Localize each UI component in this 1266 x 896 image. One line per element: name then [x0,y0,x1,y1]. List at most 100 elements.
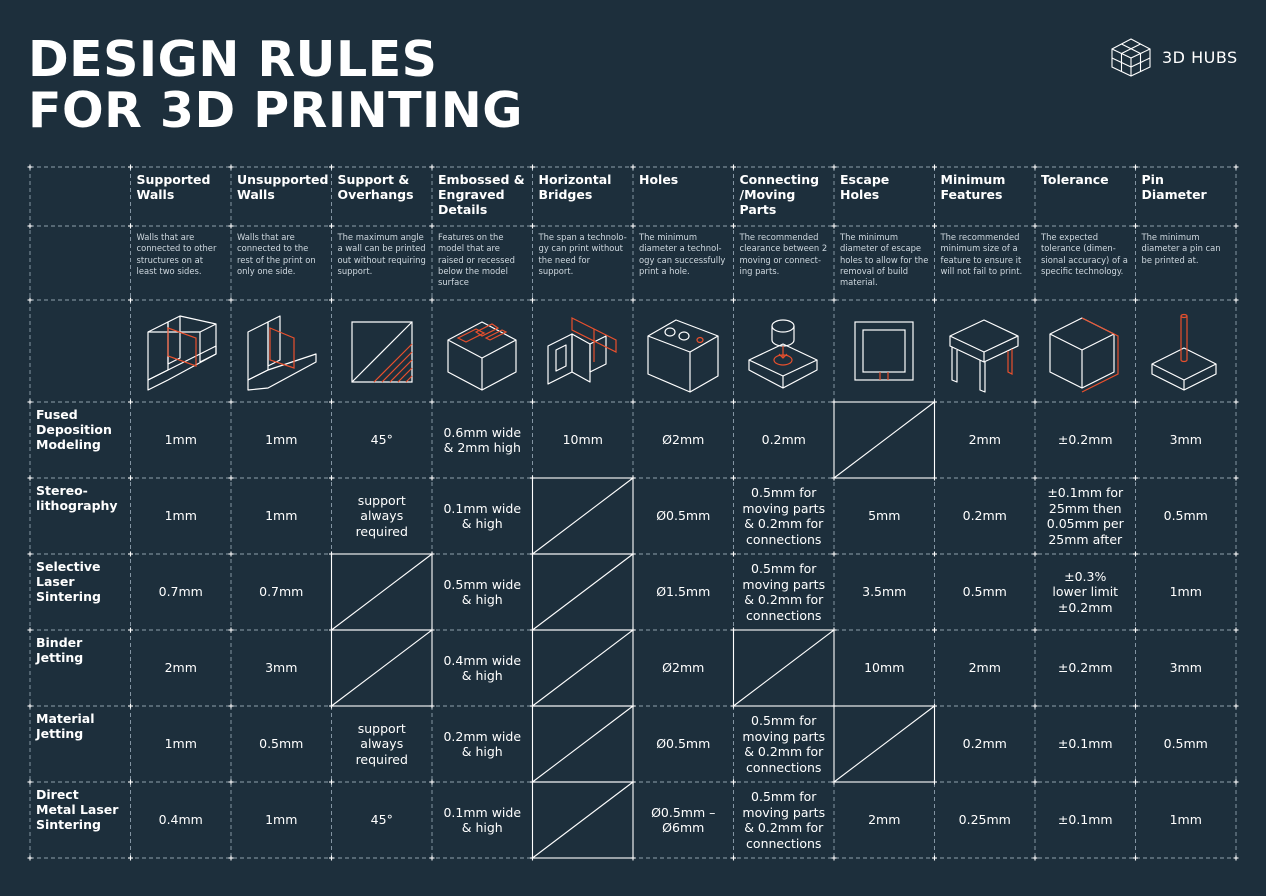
row-header: Material Jetting [36,711,95,741]
table-cell: 0.2mm [962,508,1007,524]
row-header: Direct Metal Laser Sintering [36,787,119,832]
table-cell: ±0.1mm [1057,812,1113,828]
column-header: Escape Holes [840,172,890,202]
not-applicable-diagonal [532,705,634,783]
row-header: Fused Deposition Modeling [36,407,112,452]
table-cell: 1mm [265,812,298,828]
overhang-icon [351,321,413,383]
table-cell: 10mm [864,660,905,676]
column-description: Walls that are connected to the rest of … [237,232,316,276]
column-description: The span a technolo- gy can print withou… [538,232,627,276]
table-cell: Ø2mm [662,432,705,448]
table-cell: 0.5mm for moving parts & 0.2mm for conne… [742,713,826,775]
table-cell: 0.5mm for moving parts & 0.2mm for conne… [742,789,826,851]
column-description: Features on the model that are raised or… [438,232,515,288]
table-cell: 1mm [265,508,298,524]
table-cell: 0.7mm [158,584,203,600]
table-cell: 1mm [1169,812,1202,828]
table-cell: 3.5mm [862,584,907,600]
table-cell: 1mm [164,508,197,524]
row-header: Stereo- lithography [36,483,118,513]
not-applicable-diagonal [331,553,433,631]
table-cell: Ø0.5mm – Ø6mm [651,804,716,836]
table-cell: Ø0.5mm [656,736,711,752]
not-applicable-diagonal [532,477,634,555]
unsupported-walls-icon [247,315,317,391]
table-cell: ±0.2mm [1057,660,1113,676]
table-cell: ±0.1mm for 25mm then 0.05mm per 25mm aft… [1046,485,1124,547]
table-cell: 2mm [868,812,901,828]
column-header: Support & Overhangs [337,172,414,202]
column-header: Horizontal Bridges [538,172,612,202]
table-cell: ±0.1mm [1057,736,1113,752]
pin-icon [1151,313,1217,391]
supported-walls-icon [147,315,217,391]
table-cell: 1mm [265,432,298,448]
table-cell: 0.5mm [259,736,304,752]
table-cell: 0.6mm wide & 2mm high [443,424,522,456]
table-cell: 2mm [164,660,197,676]
table-cell: 0.2mm [962,736,1007,752]
table-cell: 0.2mm [761,432,806,448]
table-cell: 1mm [1169,584,1202,600]
table-cell: 0.2mm wide & high [443,728,522,760]
table-cell: 0.4mm wide & high [443,652,522,684]
table-cell: 0.5mm [1163,736,1208,752]
table-cell: 3mm [265,660,298,676]
not-applicable-diagonal [733,629,835,707]
escape-holes-icon [854,321,914,381]
row-header: Selective Laser Sintering [36,559,101,604]
row-header: Binder Jetting [36,635,84,665]
table-cell: 2mm [968,660,1001,676]
not-applicable-diagonal [833,705,935,783]
table-cell: 45° [370,432,393,448]
table-cell: Ø0.5mm [656,508,711,524]
table-cell: 0.5mm for moving parts & 0.2mm for conne… [742,485,826,547]
column-description: Walls that are connected to other struct… [136,232,217,276]
table-cell: 10mm [562,432,603,448]
column-header: Tolerance [1041,172,1109,187]
column-header: Embossed & Engraved Details [438,172,525,217]
not-applicable-diagonal [532,781,634,859]
table-cell: 1mm [164,736,197,752]
table-cell: 0.1mm wide & high [443,500,522,532]
connecting-parts-icon [748,319,818,389]
column-description: The minimum diameter a technol- ogy can … [639,232,726,276]
tolerance-icon [1049,317,1119,393]
column-header: Pin Diameter [1141,172,1207,202]
column-description: The minimum diameter of escape holes to … [840,232,929,288]
table-cell: 2mm [968,432,1001,448]
holes-icon [647,319,719,393]
column-header: Supported Walls [136,172,211,202]
table-cell: support always required [355,720,408,767]
column-description: The recommended clearance between 2 movi… [739,232,828,276]
bridge-icon [547,317,617,385]
table-cell: ±0.2mm [1057,432,1113,448]
table-cell: 0.5mm [1163,508,1208,524]
table-cell: 0.5mm for moving parts & 0.2mm for conne… [742,561,826,623]
column-header: Connecting /Moving Parts [739,172,820,217]
column-description: The maximum angle a wall can be printed … [337,232,426,276]
table-cell: Ø2mm [662,660,705,676]
table-cell: Ø1.5mm [656,584,711,600]
table-cell: support always required [355,492,408,539]
table-cell: 0.25mm [958,812,1011,828]
not-applicable-diagonal [833,401,935,479]
not-applicable-diagonal [331,629,433,707]
table-cell: 5mm [868,508,901,524]
table-cell: 3mm [1169,432,1202,448]
column-header: Holes [639,172,679,187]
table-cell: 0.5mm wide & high [443,576,522,608]
not-applicable-diagonal [532,629,634,707]
table-cell: 45° [370,812,393,828]
embossed-details-icon [447,321,517,391]
column-description: The recommended minimum size of a featur… [940,232,1023,276]
table-cell: 1mm [164,432,197,448]
column-description: The minimum diameter a pin can be printe… [1141,232,1221,265]
table-cell: 0.5mm [962,584,1007,600]
table-cell: 0.1mm wide & high [443,804,522,836]
minimum-features-icon [949,319,1019,393]
table-cell: 0.4mm [158,812,203,828]
column-header: Minimum Features [940,172,1006,202]
column-description: The expected tolerance (dimen- sional ac… [1041,232,1128,276]
